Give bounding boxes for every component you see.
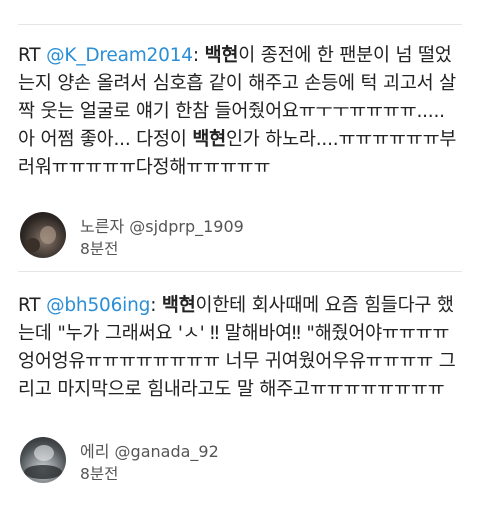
user-line[interactable]: 에리 @ganada_92 bbox=[80, 438, 219, 462]
colon: : bbox=[150, 295, 162, 316]
timestamp: 8분전 bbox=[80, 465, 119, 483]
tweet-text: RT @bh506ing: 백현이한테 회사때메 요즘 힘들다구 했는데 "누가… bbox=[18, 292, 464, 404]
user-handle: @sjdprp_1909 bbox=[129, 217, 244, 236]
avatar-photo-detail bbox=[26, 238, 40, 252]
avatar-photo-detail bbox=[34, 445, 54, 461]
tweet-text: RT @K_Dream2014: 백현이 종전에 한 팬분이 넘 떨었는지 양손… bbox=[18, 42, 464, 182]
retweet-prefix: RT bbox=[18, 45, 47, 66]
divider bbox=[18, 24, 462, 25]
bold-name: 백현 bbox=[192, 129, 226, 150]
tweet-feed: RT @K_Dream2014: 백현이 종전에 한 팬분이 넘 떨었는지 양손… bbox=[0, 0, 480, 515]
tweet-meta: 에리 @ganada_92 8분전 bbox=[18, 437, 464, 489]
display-name: 에리 bbox=[80, 442, 110, 461]
timestamp: 8분전 bbox=[80, 240, 119, 258]
tweet-meta: 노른자 @sjdprp_1909 8분전 bbox=[18, 212, 464, 264]
avatar[interactable] bbox=[20, 212, 66, 258]
mention-link[interactable]: @bh506ing bbox=[46, 295, 150, 316]
user-handle: @ganada_92 bbox=[114, 442, 219, 461]
avatar-photo-detail bbox=[24, 465, 62, 479]
display-name: 노른자 bbox=[80, 217, 125, 236]
retweet-prefix: RT bbox=[18, 295, 47, 316]
mention-link[interactable]: @K_Dream2014 bbox=[46, 45, 193, 66]
divider bbox=[18, 271, 462, 272]
tweet-item[interactable]: RT @K_Dream2014: 백현이 종전에 한 팬분이 넘 떨었는지 양손… bbox=[18, 42, 464, 264]
colon: : bbox=[192, 45, 205, 66]
avatar-photo-detail bbox=[40, 226, 56, 244]
bold-name: 백현 bbox=[204, 45, 239, 66]
user-line[interactable]: 노른자 @sjdprp_1909 bbox=[80, 213, 244, 237]
bold-name: 백현 bbox=[161, 295, 196, 316]
avatar[interactable] bbox=[20, 437, 66, 483]
tweet-item[interactable]: RT @bh506ing: 백현이한테 회사때메 요즘 힘들다구 했는데 "누가… bbox=[18, 292, 464, 489]
